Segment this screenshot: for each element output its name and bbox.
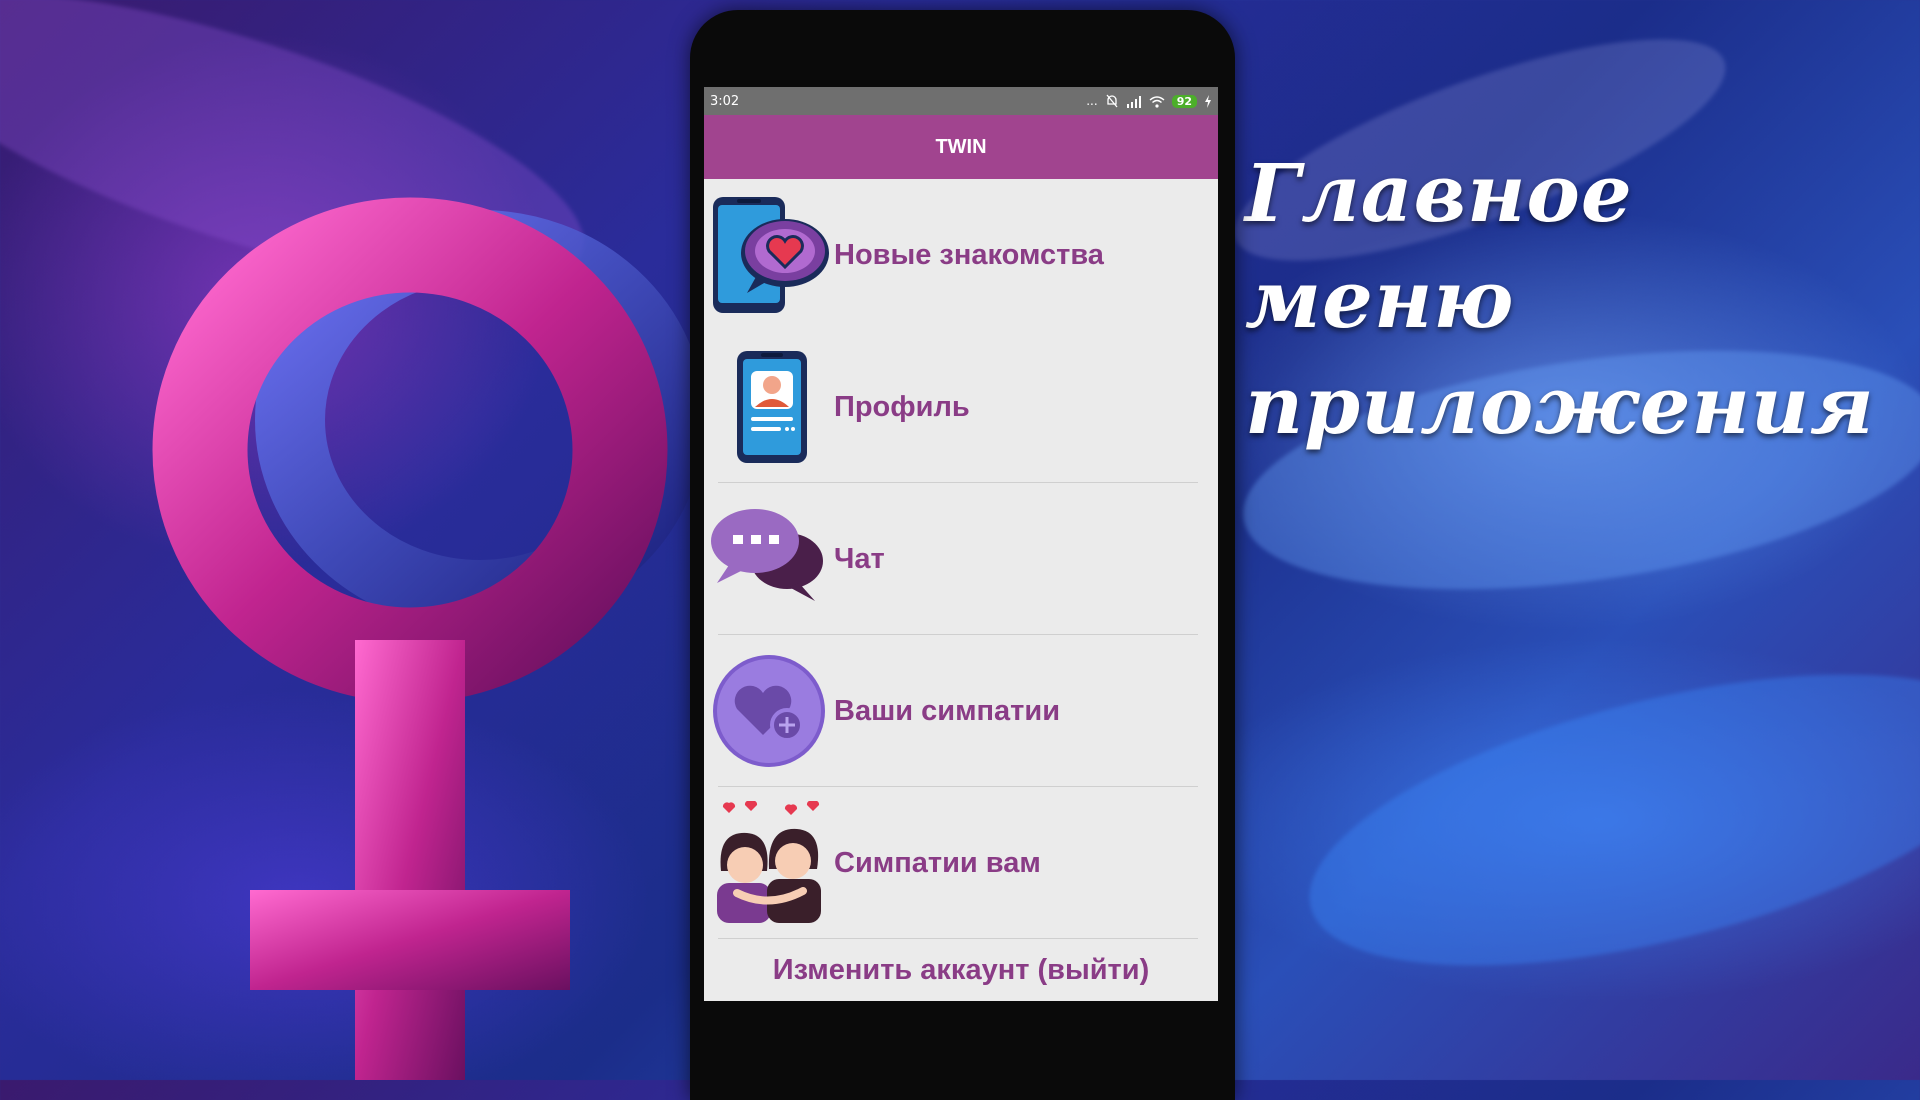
charging-bolt-icon (1205, 94, 1211, 108)
menu-item-label: Чат (834, 542, 885, 575)
battery-icon: 92 (1171, 94, 1197, 108)
menu-divider (718, 938, 1198, 939)
muted-bell-icon (1106, 94, 1118, 108)
chat-bubbles-icon (704, 494, 834, 624)
phone-screen: 3:02 ... 92 TWIN Новые знакомства Профил… (704, 87, 1218, 1001)
menu-item-label: Симпатии вам (834, 846, 1041, 879)
headline-line-2: приложения (1245, 358, 1875, 452)
couple-hearts-icon (704, 798, 834, 928)
status-bar: 3:02 ... 92 (704, 87, 1218, 115)
status-time: 3:02 (710, 93, 740, 109)
menu-item-label: Ваши симпатии (834, 694, 1061, 727)
wifi-icon (1149, 95, 1165, 108)
promo-headline: Главное меню приложения (1245, 140, 1885, 458)
menu-item-label: Новые знакомства (834, 238, 1104, 271)
menu-item-profile[interactable]: Профиль (704, 331, 1218, 483)
menu-item-your-likes[interactable]: Ваши симпатии (704, 635, 1218, 787)
logout-button[interactable]: Изменить аккаунт (выйти) (704, 939, 1218, 1001)
menu-item-likes-to-you[interactable]: Симпатии вам (704, 787, 1218, 939)
heart-plus-icon (704, 646, 834, 776)
background-swoosh (1281, 616, 1920, 1024)
phone-heart-chat-icon (704, 190, 834, 320)
menu-item-new-acquaintances[interactable]: Новые знакомства (704, 179, 1218, 331)
phone-frame: 3:02 ... 92 TWIN Новые знакомства Профил… (690, 10, 1235, 1100)
venus-symbol-icon (152, 197, 705, 1080)
app-title: TWIN (935, 135, 987, 158)
menu-item-label: Профиль (834, 390, 970, 423)
status-icons: ... 92 (1086, 94, 1212, 108)
headline-line-1: Главное меню (1245, 146, 1633, 346)
phone-profile-icon (704, 342, 834, 472)
more-dots-icon: ... (1086, 94, 1098, 108)
signal-icon (1126, 95, 1141, 108)
app-bar: TWIN (704, 115, 1218, 179)
main-menu: Новые знакомства Профиль Чат Ваши симпат… (704, 179, 1218, 1001)
menu-item-chat[interactable]: Чат (704, 483, 1218, 635)
